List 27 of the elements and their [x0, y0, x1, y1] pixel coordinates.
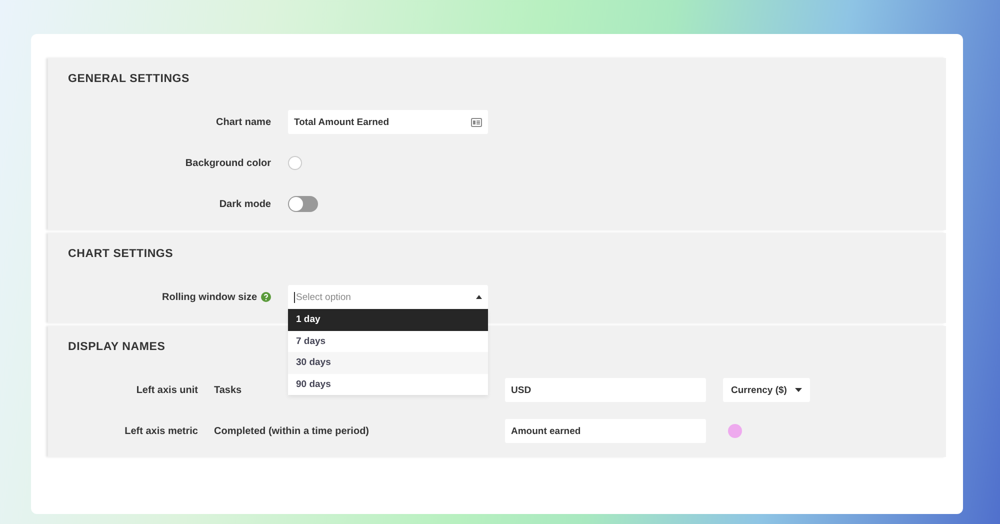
field-label: Left axis metric [124, 426, 198, 436]
display-name-field[interactable]: Amount earned [505, 419, 706, 443]
dropdown-option[interactable]: 1 day [288, 309, 488, 330]
color-swatch[interactable] [288, 156, 302, 170]
toggle-switch[interactable] [288, 196, 318, 212]
section-title: DISPLAY NAMES [68, 341, 166, 353]
caret-icon [476, 295, 482, 299]
unit-dropdown[interactable]: Currency ($) [723, 378, 810, 402]
display-name-field[interactable]: USD [505, 378, 706, 402]
field-label: Rolling window size [162, 292, 257, 302]
caret-icon [794, 388, 802, 392]
chart-name-field[interactable]: Total Amount Earned [288, 110, 488, 134]
dropdown-option[interactable]: 90 days [288, 374, 488, 395]
section-title: CHART SETTINGS [68, 248, 174, 260]
help-icon[interactable] [261, 292, 271, 302]
color-dot[interactable] [728, 424, 742, 438]
metric-name: Completed (within a time period) [214, 426, 370, 436]
select-field[interactable]: Select option [288, 285, 488, 309]
field-label: Left axis unit [136, 384, 198, 396]
card-icon[interactable] [471, 118, 482, 126]
field-label: Background color [185, 158, 271, 168]
section-title: GENERAL SETTINGS [68, 73, 190, 85]
field-label: Dark mode [219, 198, 271, 210]
dropdown-option[interactable]: 30 days [288, 352, 488, 374]
dropdown-option[interactable]: 7 days [288, 330, 488, 352]
metric-name: Tasks [214, 384, 242, 396]
field-label: Chart name [216, 116, 271, 128]
